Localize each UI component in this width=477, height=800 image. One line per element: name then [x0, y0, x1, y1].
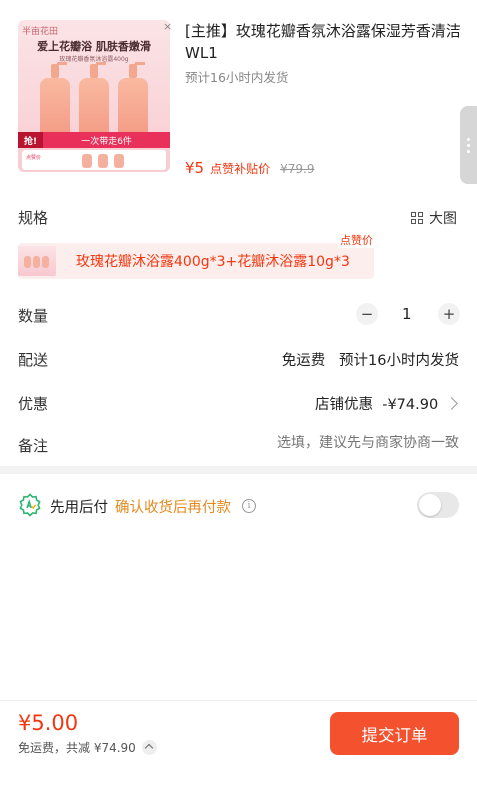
bottle-illustration — [40, 62, 70, 138]
product-title: [主推】玫瑰花瓣香氛沐浴露保湿芳香清洁WL1 — [185, 22, 461, 62]
shipping-eta: 预计16小时内发货 — [185, 70, 289, 85]
grid-icon — [411, 212, 423, 224]
spec-badge: 点赞价 — [338, 232, 375, 248]
spec-label: 规格 — [18, 209, 49, 227]
handle-dot — [467, 144, 470, 147]
spec-option-image — [18, 246, 56, 276]
bottle-illustration — [79, 62, 109, 138]
product-card: 半亩花田 爱上花瓣浴 肌肤香嫩滑 玫瑰花瓣香氛沐浴露400g 抢! 一次带走6件… — [0, 0, 477, 190]
handle-dot — [467, 138, 470, 141]
quantity-decrement-button[interactable]: − — [356, 303, 378, 325]
footer-summary[interactable]: 免运费，共减 ¥74.90 — [18, 739, 157, 756]
quantity-label: 数量 — [18, 307, 49, 325]
image-bottom-strip: 点赞价 — [22, 150, 166, 170]
mini-bottle-illustration — [98, 154, 108, 168]
submit-order-button[interactable]: 提交订单 — [330, 712, 459, 755]
view-big-button[interactable]: 大图 — [411, 208, 457, 228]
checkout-footer: ¥5.00 免运费，共减 ¥74.90 提交订单 — [0, 700, 477, 800]
product-image[interactable]: 半亩花田 爱上花瓣浴 肌肤香嫩滑 玫瑰花瓣香氛沐浴露400g 抢! 一次带走6件… — [18, 20, 170, 172]
delivery-label: 配送 — [18, 351, 49, 369]
promo-value[interactable]: 店铺优惠 -¥74.90 — [315, 393, 438, 414]
image-heading: 爱上花瓣浴 肌肤香嫩滑 — [37, 40, 151, 53]
pay-later-toggle[interactable] — [417, 492, 459, 518]
view-big-label: 大图 — [429, 211, 457, 227]
note-input[interactable] — [230, 435, 459, 451]
note-label: 备注 — [18, 437, 49, 455]
banner-take-label: 一次带走6件 — [81, 136, 132, 147]
mini-bottle-illustration — [33, 256, 40, 268]
product-price: ¥5 — [185, 159, 205, 177]
image-banner: 抢! 一次带走6件 — [18, 132, 170, 148]
price-row: ¥5 点赞补贴价 ¥79.9 — [185, 159, 314, 177]
mini-bottle-illustration — [24, 256, 31, 268]
total-price: ¥5.00 — [18, 711, 79, 735]
quantity-value: 1 — [402, 305, 412, 323]
image-subtext: 玫瑰花瓣香氛沐浴露400g — [59, 56, 129, 63]
mini-bottle-illustration — [114, 154, 124, 168]
brand-logo: 半亩花田 — [22, 27, 59, 37]
toggle-knob — [419, 494, 441, 516]
spec-option-label: 玫瑰花瓣沐浴露400g*3+花瓣沐浴露10g*3 — [76, 254, 350, 270]
promo-label: 优惠 — [18, 395, 49, 413]
quantity-increment-button[interactable]: + — [438, 303, 460, 325]
strip-tag: 点赞价 — [26, 155, 42, 161]
price-tag: 点赞补贴价 — [210, 162, 271, 176]
mini-bottle-illustration — [82, 154, 92, 168]
banner-grab-label: 抢! — [18, 132, 44, 148]
mini-bottle-illustration — [42, 256, 49, 268]
footer-summary-text: 免运费，共减 ¥74.90 — [18, 741, 136, 755]
chevron-up-icon[interactable] — [141, 740, 157, 755]
bottle-illustration — [118, 62, 148, 138]
chevron-right-icon[interactable] — [445, 397, 458, 410]
side-drawer-handle[interactable] — [460, 106, 477, 184]
pay-later-description: 确认收货后再付款 — [115, 500, 231, 516]
original-price: ¥79.9 — [280, 162, 315, 176]
close-icon[interactable]: × — [163, 20, 172, 33]
handle-dot — [467, 150, 470, 153]
pay-later-label: 先用后付 — [50, 500, 108, 516]
pay-later-icon — [19, 493, 41, 517]
info-icon[interactable]: i — [242, 499, 256, 513]
spec-option[interactable]: 玫瑰花瓣沐浴露400g*3+花瓣沐浴露10g*3 — [18, 243, 374, 279]
section-divider — [0, 466, 477, 474]
delivery-value: 免运费 预计16小时内发货 — [281, 353, 459, 369]
